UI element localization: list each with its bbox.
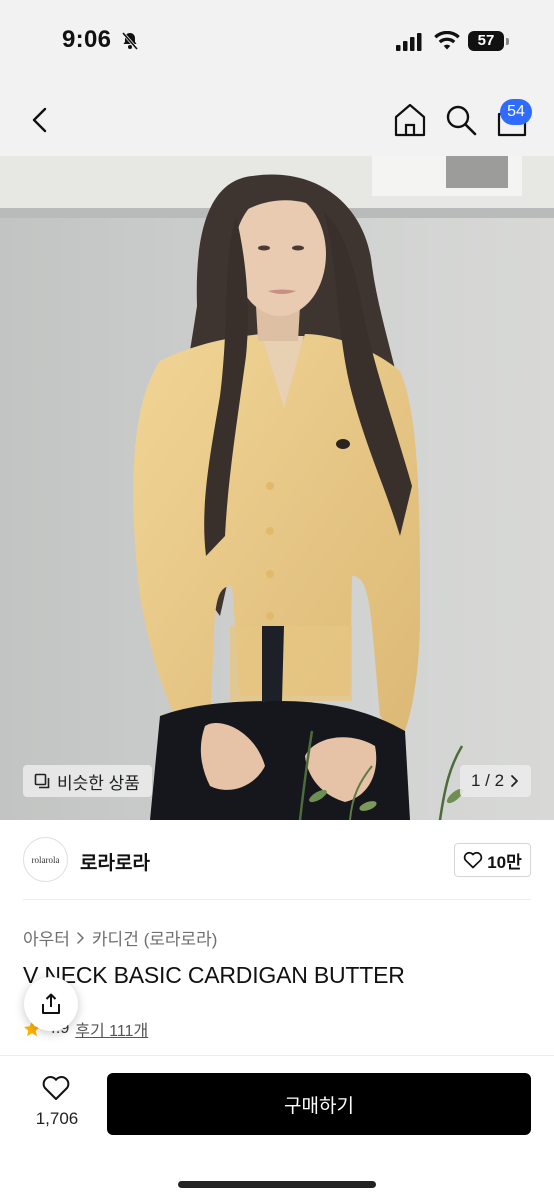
heart-icon	[464, 851, 483, 869]
product-title: V NECK BASIC CARDIGAN BUTTER	[23, 962, 405, 988]
divider	[23, 899, 531, 900]
similar-items-icon	[34, 773, 50, 789]
brand-like-button[interactable]: 10만	[454, 843, 531, 877]
back-button[interactable]	[24, 100, 58, 140]
bell-slash-icon	[121, 32, 139, 50]
brand-logo[interactable]: rolarola	[23, 837, 68, 882]
bottom-bar-divider	[0, 1055, 554, 1056]
battery-tip	[506, 38, 509, 45]
product-image[interactable]	[0, 156, 554, 820]
chevron-right-icon	[511, 775, 518, 787]
breadcrumb: 아우터 카디건 (로라로라)	[23, 925, 217, 950]
cart-count-badge: 54	[500, 99, 532, 125]
product-photo	[0, 156, 554, 820]
signal-icon	[396, 33, 422, 51]
battery-indicator: 57	[468, 31, 510, 53]
brand-name[interactable]: 로라로라	[80, 848, 150, 875]
status-bar: 9:06 57	[0, 0, 554, 80]
nav-bar	[0, 80, 554, 156]
brand-like-count: 10만	[487, 852, 522, 872]
search-button[interactable]	[442, 100, 480, 140]
breadcrumb-category[interactable]: 아우터	[23, 925, 70, 950]
breadcrumb-subcategory[interactable]: 카디건 (로라로라)	[92, 925, 218, 950]
wifi-icon	[434, 31, 460, 50]
similar-products-label: 비슷한 상품	[57, 773, 140, 793]
wishlist-count: 1,706	[35, 1109, 79, 1128]
battery-level: 57	[468, 31, 504, 51]
review-count-link[interactable]: 후기 111개	[75, 1017, 148, 1041]
buy-button[interactable]: 구매하기	[107, 1073, 531, 1135]
home-indicator	[178, 1181, 376, 1188]
brand-logo-text: rolarola	[31, 855, 60, 865]
status-time: 9:06	[62, 26, 112, 53]
chevron-right-icon	[77, 931, 84, 944]
heart-icon	[42, 1076, 70, 1100]
image-pager-count: 1 / 2	[470, 771, 505, 790]
similar-products-button[interactable]: 비슷한 상품	[23, 765, 152, 797]
image-pager[interactable]: 1 / 2	[460, 765, 531, 797]
share-button[interactable]	[24, 977, 78, 1031]
share-icon	[42, 993, 60, 1014]
home-button[interactable]	[392, 100, 428, 140]
